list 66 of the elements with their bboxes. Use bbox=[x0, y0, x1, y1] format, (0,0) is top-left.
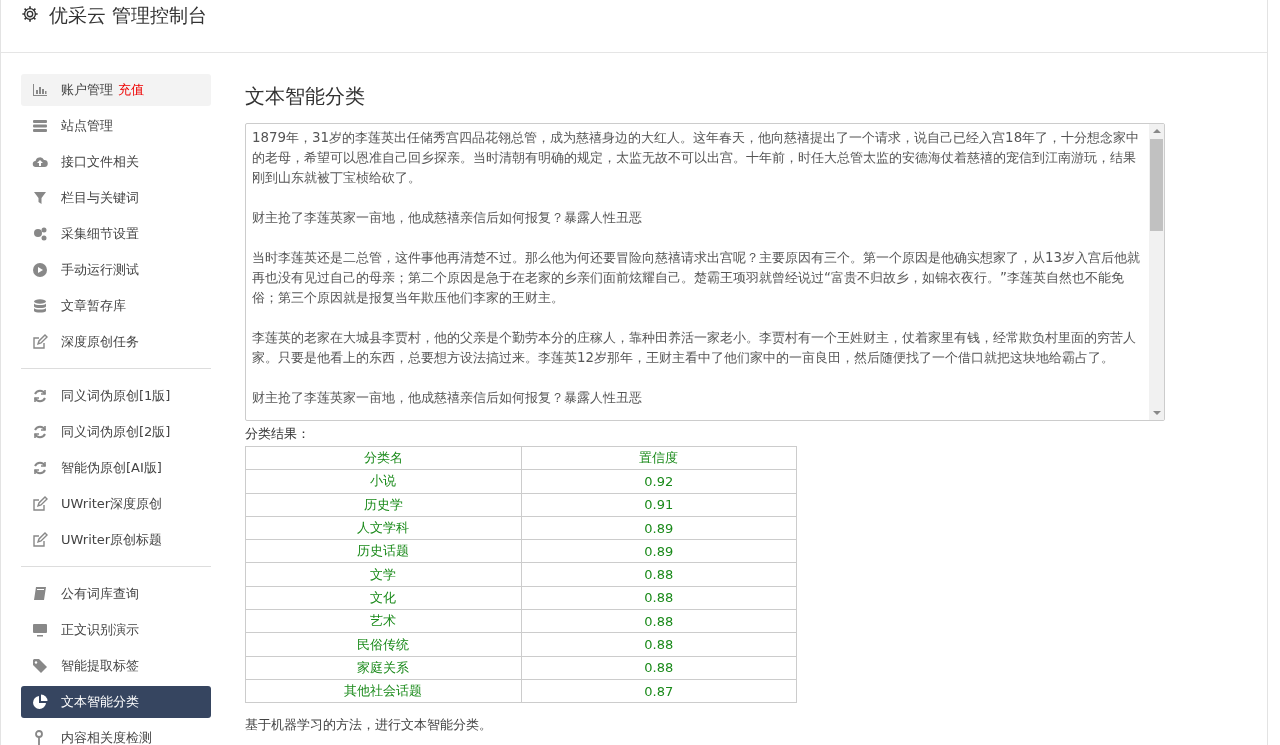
table-cell: 0.88 bbox=[521, 632, 797, 657]
sidebar-item[interactable]: 文本智能分类 bbox=[21, 686, 211, 718]
sidebar-item[interactable]: 同义词伪原创[2版] bbox=[21, 416, 211, 448]
settings-icon bbox=[21, 5, 39, 23]
sidebar-item[interactable]: 手动运行测试 bbox=[21, 254, 211, 286]
database-icon bbox=[32, 298, 48, 314]
server-icon bbox=[32, 118, 48, 134]
sidebar-item[interactable]: UWriter原创标题 bbox=[21, 524, 211, 556]
refresh-icon bbox=[32, 424, 48, 440]
scrollbar[interactable] bbox=[1149, 124, 1164, 420]
table-cell: 艺术 bbox=[245, 609, 521, 633]
table-cell: 0.88 bbox=[521, 563, 797, 587]
table-cell: 0.89 bbox=[521, 539, 797, 563]
book-icon bbox=[32, 586, 48, 602]
column-header: 分类名 bbox=[245, 446, 521, 470]
sidebar-item[interactable]: 采集细节设置 bbox=[21, 218, 211, 250]
refresh-icon bbox=[32, 388, 48, 404]
table-cell: 0.88 bbox=[521, 609, 797, 633]
tag-icon bbox=[32, 658, 48, 674]
sidebar-item[interactable]: 正文识别演示 bbox=[21, 614, 211, 646]
scroll-up-icon[interactable] bbox=[1152, 128, 1161, 134]
sidebar-item[interactable]: 公有词库查询 bbox=[21, 578, 211, 610]
scroll-down-icon[interactable] bbox=[1152, 410, 1161, 416]
table-cell: 0.87 bbox=[521, 679, 797, 703]
table-cell: 其他社会话题 bbox=[245, 679, 521, 703]
table-cell: 历史学 bbox=[245, 493, 521, 517]
sidebar-item[interactable]: 栏目与关键词 bbox=[21, 182, 211, 214]
console-title: 优采云 管理控制台 bbox=[49, 3, 208, 28]
sidebar-item[interactable]: UWriter深度原创 bbox=[21, 488, 211, 520]
monitor-icon bbox=[32, 622, 48, 638]
edit-icon bbox=[32, 532, 48, 548]
cloud-upload-icon bbox=[32, 154, 48, 170]
table-cell: 历史话题 bbox=[245, 539, 521, 563]
sidebar-item[interactable]: 站点管理 bbox=[21, 110, 211, 142]
description-text: 基于机器学习的方法，进行文本智能分类。 bbox=[245, 716, 493, 735]
result-label: 分类结果： bbox=[245, 425, 311, 443]
table-cell: 0.88 bbox=[521, 586, 797, 610]
filter-icon bbox=[32, 190, 48, 206]
sidebar-item[interactable]: 文章暂存库 bbox=[21, 290, 211, 322]
bar-chart-icon bbox=[32, 82, 48, 98]
sidebar-item[interactable]: 智能伪原创[AI版] bbox=[21, 452, 211, 484]
table-cell: 文学 bbox=[245, 563, 521, 587]
column-header: 置信度 bbox=[521, 446, 797, 470]
sidebar-item[interactable]: 账户管理 充值 bbox=[21, 74, 211, 106]
table-cell: 0.91 bbox=[521, 493, 797, 517]
table-cell: 人文学科 bbox=[245, 516, 521, 540]
table-cell: 0.92 bbox=[521, 469, 797, 494]
play-icon bbox=[32, 262, 48, 278]
sidebar-item[interactable]: 同义词伪原创[1版] bbox=[21, 380, 211, 412]
table-cell: 家庭关系 bbox=[245, 656, 521, 680]
recharge-link[interactable]: 充值 bbox=[118, 81, 144, 99]
pie-chart-icon bbox=[32, 694, 48, 710]
refresh-icon bbox=[32, 460, 48, 476]
table-cell: 文化 bbox=[245, 586, 521, 610]
table-cell: 0.88 bbox=[521, 656, 797, 680]
page-heading: 文本智能分类 bbox=[245, 83, 366, 110]
text-input-area[interactable]: 1879年，31岁的李莲英出任储秀宫四品花翎总管，成为慈禧身边的大红人。这年春天，他向慈禧提出了一个请求，说自己已经入宫18年了，十分想念家中的老母，希望可以恩准自己回乡探亲。当时清朝有明确的规定，太监无故不可以出宫。十年前，时任大总管太监的安德海仗着慈禧的宠信到江南游玩，结果刚到山东就被丁宝桢给砍了。 财主抢了李莲英家一亩地，他成慈禧亲信后如何报复？暴露人性丑恶 当时李莲英还是二总管，这件事他再清楚不过。那么他为何还要冒险向慈禧请求出宫呢？主要原因有三个。第一个原因是他确实想家了，从13岁入宫后他就再也没有见过自己的母亲；第二个原因是急于在老家的乡亲们面前炫耀自己。楚霸王项羽就曾经说过“富贵不归故乡，如锦衣夜行。”李莲英自然也不能免俗；第三个原因就是报复当年欺压他们李家的王财主。 李莲英的老家在大城县李贾村，他的父亲是个勤劳本分的庄稼人，靠种田养活一家老小。李贾村有一个王姓财主，仗着家里有钱，经常欺负村里面的穷苦人家。只要是他看上的东西，总要想方设法搞过来。李莲英12岁那年，王财主看中了他们家中的一亩良田，然后随便找了一个借口就把这块地给霸占了。 财主抢了李莲英家一亩地，他成慈禧亲信后如何报复？暴露人性丑恶 bbox=[245, 123, 1165, 421]
sidebar-item[interactable]: 深度原创任务 bbox=[21, 326, 211, 358]
sidebar-item[interactable]: 接口文件相关 bbox=[21, 146, 211, 178]
edit-icon bbox=[32, 334, 48, 350]
table-cell: 民俗传统 bbox=[245, 632, 521, 657]
edit-icon bbox=[32, 496, 48, 512]
table-cell: 小说 bbox=[245, 469, 521, 494]
sidebar-item[interactable]: 智能提取标签 bbox=[21, 650, 211, 682]
table-cell: 0.89 bbox=[521, 516, 797, 540]
sidebar-item[interactable]: 内容相关度检测 bbox=[21, 722, 211, 745]
